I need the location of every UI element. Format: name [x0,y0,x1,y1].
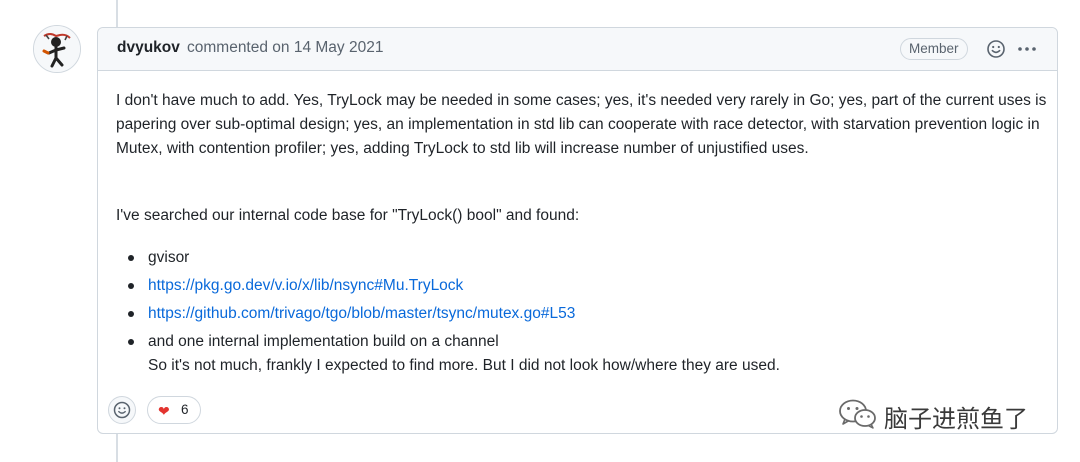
list-item: https://pkg.go.dev/v.io/x/lib/nsync#Mu.T… [116,274,780,302]
nsync-link[interactable]: https://pkg.go.dev/v.io/x/lib/nsync#Mu.T… [148,277,463,294]
bullet-icon [128,339,134,345]
smiley-icon[interactable] [986,39,1006,59]
list-item-text: and one internal implementation build on… [148,333,499,350]
avatar[interactable] [33,25,81,73]
wechat-logo-icon [839,399,876,429]
member-badge: Member [900,38,968,60]
heart-reaction-count: 6 [181,402,189,417]
add-reaction-button[interactable] [108,396,136,424]
bullet-icon [128,255,134,261]
heart-icon: ❤ [158,403,170,419]
tgo-mutex-link[interactable]: https://github.com/trivago/tgo/blob/mast… [148,305,575,322]
comment-paragraph-2: I've searched our internal code base for… [116,207,580,224]
list-item-text: gvisor [148,249,190,266]
comment-paragraph-1: I don't have much to add. Yes, TryLock m… [116,92,1047,157]
author-name[interactable]: dvyukov [117,39,180,57]
heart-reaction-button[interactable]: ❤ 6 [147,396,201,424]
comment-box: dvyukov commented on 14 May 2021 Member … [97,27,1058,434]
found-list: gvisor https://pkg.go.dev/v.io/x/lib/nsy… [116,246,780,377]
avatar-figure-icon [34,26,80,72]
smiley-icon [113,401,131,419]
bullet-icon [128,283,134,289]
watermark-text: 脑子进煎鱼了 [884,405,1028,433]
list-item: gvisor [116,246,780,274]
comment-timestamp[interactable]: commented on 14 May 2021 [187,39,383,57]
kebab-more-icon[interactable] [1017,39,1037,59]
list-item: https://github.com/trivago/tgo/blob/mast… [116,302,780,330]
list-item: and one internal implementation build on… [116,330,780,377]
comment-header: dvyukov commented on 14 May 2021 Member [98,28,1057,71]
watermark: 脑子进煎鱼了 [836,396,1028,433]
bullet-icon [128,311,134,317]
list-item-continuation: So it's not much, frankly I expected to … [148,356,780,374]
